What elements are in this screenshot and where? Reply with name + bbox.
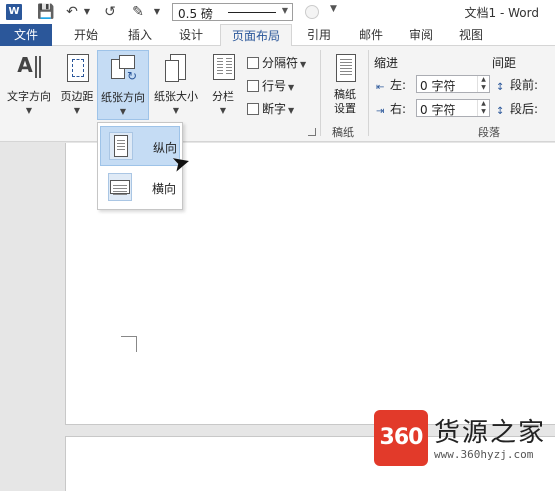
ribbon-tabs: 文件 开始 插入 设计 页面布局 引用 邮件 审阅 视图 bbox=[0, 24, 555, 47]
chevron-down-icon: ▼ bbox=[119, 107, 127, 116]
group-divider bbox=[368, 50, 369, 136]
tab-home[interactable]: 开始 bbox=[62, 24, 110, 46]
ribbon-page-layout: A 文字方向 ▼ 页边距 ▼ ↻ 纸张方向 ▼ 纸张大小 ▼ 分栏 ▼ 分隔符 ▼… bbox=[0, 46, 555, 142]
pen-color-icon[interactable]: ✎ bbox=[129, 3, 147, 21]
indent-left-icon: ⇤ bbox=[376, 82, 385, 93]
indent-right-value: 0 字符 bbox=[420, 103, 456, 117]
customize-qat-icon[interactable]: ▼ bbox=[330, 4, 337, 14]
orientation-label: 纸张方向 bbox=[101, 91, 145, 104]
orientation-button[interactable]: ↻ 纸张方向 ▼ bbox=[97, 50, 149, 120]
breaks-icon bbox=[247, 57, 259, 69]
line-weight-select[interactable]: 0.5 磅 ▼ bbox=[172, 3, 293, 21]
line-sample bbox=[228, 12, 276, 13]
line-numbers-button[interactable]: 行号 ▼ bbox=[247, 77, 294, 94]
chevron-down-icon: ▼ bbox=[25, 106, 33, 115]
manuscript-label: 稿纸 设置 bbox=[326, 88, 364, 116]
indent-right-input[interactable]: 0 字符 ▲ ▼ bbox=[416, 99, 490, 117]
chevron-down-icon: ▼ bbox=[300, 60, 307, 69]
line-weight-value: 0.5 磅 bbox=[178, 7, 213, 21]
breaks-label: 分隔符 bbox=[262, 56, 299, 70]
margins-label: 页边距 bbox=[60, 90, 94, 103]
spacing-before-icon: ↕ bbox=[496, 82, 505, 93]
watermark-logo: 360 bbox=[374, 410, 428, 466]
size-icon bbox=[162, 52, 190, 84]
chevron-down-icon: ▼ bbox=[288, 83, 295, 92]
word-app-icon[interactable]: W bbox=[6, 4, 22, 20]
margins-button[interactable]: 页边距 ▼ bbox=[56, 52, 98, 115]
landscape-page-icon bbox=[108, 173, 132, 201]
line-numbers-label: 行号 bbox=[262, 79, 287, 93]
chevron-down-icon: ▼ bbox=[219, 106, 227, 115]
tab-design[interactable]: 设计 bbox=[168, 24, 214, 46]
spacing-after-icon: ↕ bbox=[496, 106, 505, 117]
chevron-down-icon: ▼ bbox=[281, 6, 288, 15]
spacing-before-text: 段前: bbox=[510, 78, 539, 92]
tab-file[interactable]: 文件 bbox=[0, 24, 52, 46]
hyphenation-label: 断字 bbox=[262, 102, 287, 116]
portrait-page-icon bbox=[109, 132, 133, 160]
text-direction-label: 文字方向 bbox=[7, 90, 51, 103]
spacing-header: 间距 bbox=[492, 56, 517, 70]
indent-right-label: ⇥ 右: bbox=[376, 100, 406, 118]
spacing-before-label: ↕ 段前: bbox=[496, 76, 538, 94]
page-setup-launcher-icon[interactable] bbox=[308, 128, 316, 136]
undo-icon[interactable]: ↶ bbox=[64, 3, 80, 21]
tab-review[interactable]: 审阅 bbox=[398, 24, 444, 46]
orientation-landscape-label: 横向 bbox=[152, 182, 177, 196]
paragraph-group-label: 段落 bbox=[478, 126, 500, 139]
tab-view[interactable]: 视图 bbox=[448, 24, 494, 46]
redo-icon[interactable]: ↺ bbox=[102, 3, 118, 21]
manuscript-settings-button[interactable]: 稿纸 设置 bbox=[326, 52, 364, 116]
breaks-button[interactable]: 分隔符 ▼ bbox=[247, 54, 306, 71]
undo-dropdown-icon[interactable]: ▼ bbox=[83, 3, 91, 21]
text-direction-icon: A bbox=[15, 52, 43, 84]
chevron-down-icon: ▼ bbox=[288, 106, 295, 115]
group-divider bbox=[320, 50, 321, 136]
watermark-url: www.360hyzj.com bbox=[434, 448, 534, 461]
columns-label: 分栏 bbox=[212, 90, 234, 103]
orientation-icon: ↻ bbox=[109, 53, 137, 85]
indent-left-input[interactable]: 0 字符 ▲ ▼ bbox=[416, 75, 490, 93]
indent-left-value: 0 字符 bbox=[420, 79, 456, 93]
chevron-down-icon: ▼ bbox=[172, 106, 180, 115]
columns-button[interactable]: 分栏 ▼ bbox=[205, 52, 241, 115]
spinner-arrows-icon[interactable]: ▲ ▼ bbox=[477, 100, 489, 116]
pen-dropdown-icon[interactable]: ▼ bbox=[153, 3, 161, 21]
manuscript-icon bbox=[331, 52, 359, 84]
tab-mailings[interactable]: 邮件 bbox=[348, 24, 394, 46]
indent-header: 缩进 bbox=[374, 56, 399, 70]
tab-page-layout[interactable]: 页面布局 bbox=[220, 24, 292, 47]
manuscript-group-label: 稿纸 bbox=[332, 126, 354, 139]
indent-left-label: ⇤ 左: bbox=[376, 76, 406, 94]
circle-icon[interactable] bbox=[305, 5, 319, 19]
title-bar: W 💾 ↶ ▼ ↺ ✎ ▼ 0.5 磅 ▼ ▼ 文档1 - Word bbox=[0, 0, 555, 24]
spinner-arrows-icon[interactable]: ▲ ▼ bbox=[477, 76, 489, 92]
size-label: 纸张大小 bbox=[154, 90, 198, 103]
save-icon[interactable]: 💾 bbox=[37, 3, 54, 21]
orientation-landscape-item[interactable]: 横向 bbox=[100, 168, 180, 208]
document-title: 文档1 - Word bbox=[464, 6, 539, 20]
line-numbers-icon bbox=[247, 80, 259, 92]
tab-references[interactable]: 引用 bbox=[296, 24, 342, 46]
margins-icon bbox=[63, 52, 91, 84]
manuscript-label-line1: 稿纸 bbox=[334, 88, 356, 101]
indent-right-text: 右: bbox=[390, 102, 407, 116]
size-button[interactable]: 纸张大小 ▼ bbox=[150, 52, 202, 115]
margin-corner-mark bbox=[121, 336, 137, 352]
chevron-down-icon: ▼ bbox=[73, 106, 81, 115]
columns-icon bbox=[209, 52, 237, 84]
hyphenation-button[interactable]: 断字 ▼ bbox=[247, 100, 294, 117]
tab-insert[interactable]: 插入 bbox=[116, 24, 164, 46]
spacing-after-label: ↕ 段后: bbox=[496, 100, 538, 118]
orientation-portrait-item[interactable]: 纵向 bbox=[100, 126, 180, 166]
indent-left-text: 左: bbox=[390, 78, 407, 92]
indent-right-icon: ⇥ bbox=[376, 106, 385, 117]
manuscript-label-line2: 设置 bbox=[334, 102, 356, 115]
hyphenation-icon bbox=[247, 103, 259, 115]
spacing-after-text: 段后: bbox=[510, 102, 539, 116]
orientation-dropdown-menu: 纵向 横向 bbox=[97, 122, 183, 210]
text-direction-button[interactable]: A 文字方向 ▼ bbox=[2, 52, 56, 115]
watermark-text: 货源之家 bbox=[434, 418, 547, 448]
